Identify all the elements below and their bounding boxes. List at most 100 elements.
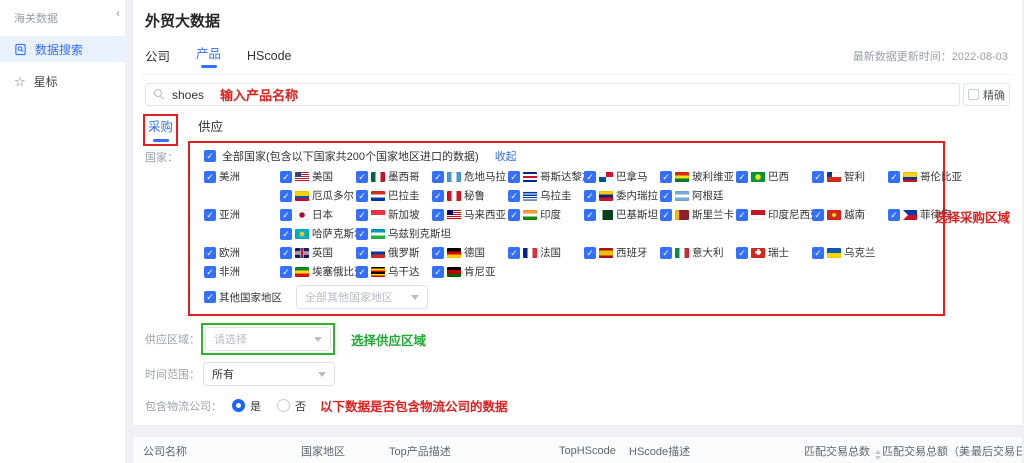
country-checkbox-my[interactable]: ✓马来西亚 (432, 207, 508, 222)
exact-label: 精确 (983, 87, 1005, 103)
country-label: 斯里兰卡 (692, 207, 734, 222)
sort-icon[interactable] (875, 450, 881, 460)
other-countries-checkbox[interactable]: ✓ 其他国家地区 (204, 290, 282, 305)
collapse-link[interactable]: 收起 (495, 148, 517, 164)
chevron-down-icon (318, 372, 326, 377)
logistics-row: 包含物流公司： 是 否 以下数据是否包含物流公司的数据 (141, 396, 1012, 415)
country-checkbox-vn[interactable]: ✓越南 (812, 207, 888, 222)
column-header-company: 公司名称 (133, 443, 301, 459)
column-header-label: HScode描述 (629, 446, 690, 458)
tab-supply[interactable]: 供应 (198, 114, 223, 135)
country-checkbox-co[interactable]: ✓哥伦比亚 (888, 169, 964, 184)
checkbox-checked-icon: ✓ (812, 171, 824, 183)
country-checkbox-cl[interactable]: ✓智利 (812, 169, 888, 184)
column-header-label: 匹配交易总数 (804, 446, 870, 458)
flag-ke-icon (447, 267, 461, 277)
checkbox-checked-icon: ✓ (584, 171, 596, 183)
country-checkbox-de[interactable]: ✓ 德国 (432, 245, 508, 260)
country-checkbox-cr[interactable]: ✓哥斯达黎加 (508, 169, 584, 184)
country-checkbox-py[interactable]: ✓巴拉圭 (356, 188, 432, 203)
country-checkbox-sg[interactable]: ✓新加坡 (356, 207, 432, 222)
country-checkbox-ug[interactable]: ✓乌干达 (356, 264, 432, 279)
country-checkbox-ru[interactable]: ✓俄罗斯 (356, 245, 432, 260)
country-checkbox-pk[interactable]: ✓巴基斯坦 (584, 207, 660, 222)
exact-match-toggle[interactable]: 精确 (963, 83, 1010, 106)
table-header: 公司名称国家地区Top产品描述TopHScodeHScode描述匹配交易总数匹配… (133, 437, 1022, 463)
country-checkbox-br[interactable]: ✓巴西 (736, 169, 812, 184)
tab-product[interactable]: 产品 (196, 43, 221, 68)
country-checkbox-uz[interactable]: ✓乌兹别克斯坦 (356, 226, 432, 241)
sidebar-collapse-icon[interactable]: ‹ (116, 6, 120, 20)
country-checkbox-pa[interactable]: ✓巴拿马 (584, 169, 660, 184)
flag-py-icon (371, 191, 385, 201)
country-checkbox-ar[interactable]: ✓阿根廷 (660, 188, 736, 203)
sort-asc-icon (875, 450, 881, 454)
country-checkbox-it[interactable]: ✓意大利 (660, 245, 736, 260)
continent-checkbox-asia[interactable]: ✓亚洲 (204, 207, 280, 222)
flag-br-icon (751, 172, 765, 182)
checkbox-checked-icon: ✓ (660, 171, 672, 183)
continent-checkbox-africa[interactable]: ✓非洲 (204, 264, 280, 279)
tab-purchase[interactable]: 采购 (148, 120, 173, 142)
flag-gt-icon (447, 172, 461, 182)
radio-no[interactable]: 否 (277, 398, 306, 414)
sidebar-item-starred[interactable]: ☆ 星标 (0, 68, 125, 94)
country-checkbox-kz[interactable]: ✓哈萨克斯坦 (280, 226, 356, 241)
tab-company[interactable]: 公司 (145, 46, 170, 65)
country-checkbox-mx[interactable]: ✓墨西哥 (356, 169, 432, 184)
country-checkbox-ke[interactable]: ✓肯尼亚 (432, 264, 508, 279)
sidebar-item-data-search[interactable]: 数据搜索 (0, 36, 125, 62)
search-type-tabs: 公司 产品 HScode 最新数据更新时间：2022-08-03 (141, 43, 1012, 75)
column-header-last_date: 最后交易日期 (971, 443, 1022, 459)
other-countries-select[interactable]: 全部其他国家地区 (296, 285, 428, 309)
checkbox-checked-icon: ✓ (508, 190, 520, 202)
flag-my-icon (447, 210, 461, 220)
product-search-input[interactable]: shoes 输入产品名称 (145, 83, 960, 106)
flag-ru-icon (371, 248, 385, 258)
country-checkbox-in[interactable]: ✓印度 (508, 207, 584, 222)
sidebar-item-label: 星标 (34, 73, 58, 90)
column-header-label: 公司名称 (143, 446, 187, 458)
continent-checkbox-americas[interactable]: ✓美洲 (204, 169, 280, 184)
supply-region-label: 供应区域： (145, 331, 201, 347)
tab-hscode[interactable]: HScode (247, 49, 291, 63)
flag-ug-icon (371, 267, 385, 277)
country-checkbox-et[interactable]: ✓埃塞俄比亚 (280, 264, 356, 279)
checkbox-checked-icon[interactable]: ✓ (204, 150, 216, 162)
country-checkbox-es[interactable]: ✓西班牙 (584, 245, 660, 260)
country-checkbox-gb[interactable]: ✓英国 (280, 245, 356, 260)
supply-region-select[interactable]: 请选择 (205, 327, 331, 351)
purchase-region-annotation: 选择采购区域 (935, 207, 1010, 226)
country-checkbox-ch[interactable]: ✓瑞士 (736, 245, 812, 260)
column-header-match_amount[interactable]: 匹配交易总额（美元） (882, 443, 971, 460)
country-checkbox-fr[interactable]: ✓法国 (508, 245, 584, 260)
country-label: 德国 (464, 245, 485, 260)
filter-card: 外贸大数据 公司 产品 HScode 最新数据更新时间：2022-08-03 s… (133, 0, 1022, 425)
column-header-match_count[interactable]: 匹配交易总数 (804, 443, 882, 460)
radio-yes[interactable]: 是 (232, 398, 261, 414)
country-checkbox-jp[interactable]: ✓日本 (280, 207, 356, 222)
country-checkbox-ec[interactable]: ✓厄瓜多尔 (280, 188, 356, 203)
country-checkbox-uy[interactable]: ✓乌拉圭 (508, 188, 584, 203)
flag-gb-icon (295, 248, 309, 258)
flag-vn-icon (827, 210, 841, 220)
time-range-select[interactable]: 所有 (203, 362, 335, 386)
continent-checkbox-europe[interactable]: ✓欧洲 (204, 245, 280, 260)
country-checkbox-ua[interactable]: ✓乌克兰 (812, 245, 888, 260)
flag-fr-icon (523, 248, 537, 258)
country-checkbox-lk[interactable]: ✓斯里兰卡 (660, 207, 736, 222)
country-checkbox-ve[interactable]: ✓委内瑞拉 (584, 188, 660, 203)
continent-cell-empty (204, 188, 280, 203)
country-checkbox-gt[interactable]: ✓危地马拉 (432, 169, 508, 184)
country-checkbox-pe[interactable]: ✓秘鲁 (432, 188, 508, 203)
checkbox-checked-icon: ✓ (432, 209, 444, 221)
country-row: ✓非洲✓埃塞俄比亚✓乌干达✓肯尼亚 (204, 264, 943, 279)
country-checkbox-id[interactable]: ✓印度尼西亚 (736, 207, 812, 222)
country-checkbox-us[interactable]: ✓美国 (280, 169, 356, 184)
country-checkbox-bo[interactable]: ✓玻利维亚 (660, 169, 736, 184)
country-label: 美国 (312, 169, 333, 184)
checkbox-checked-icon: ✓ (280, 266, 292, 278)
checkbox-checked-icon: ✓ (432, 247, 444, 259)
country-filter-label: 国家： (145, 141, 187, 165)
country-label: 厄瓜多尔 (312, 188, 354, 203)
